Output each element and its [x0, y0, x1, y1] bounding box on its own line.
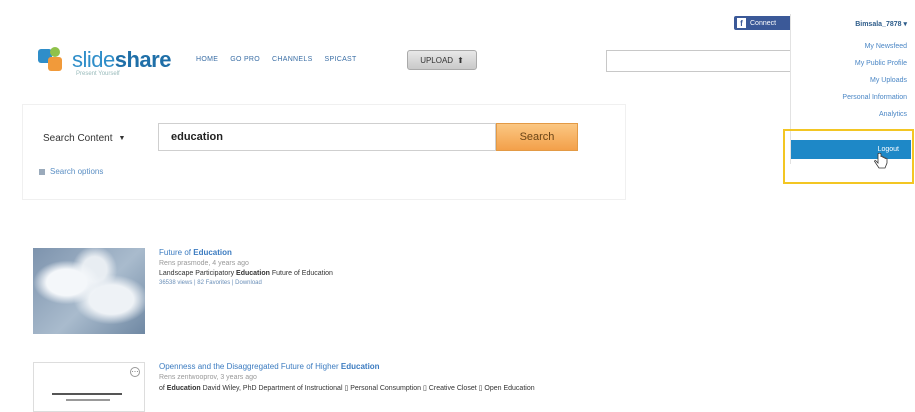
username: Bimsala_7878 [855, 21, 902, 28]
nav-home[interactable]: HOME [196, 56, 218, 63]
search-query-input[interactable]: education [158, 123, 496, 151]
search-scope-label: Search Content [43, 132, 113, 144]
slideshare-logo-icon [36, 45, 66, 75]
search-button[interactable]: Search [496, 123, 578, 151]
facebook-icon: f [737, 18, 746, 28]
upload-arrow-icon: ⬆ [457, 55, 464, 65]
result-title[interactable]: Openness and the Disaggregated Future of… [159, 362, 719, 371]
menu-item-analytics[interactable]: Analytics [842, 106, 907, 123]
result-meta: Rens zentwooprov, 3 years ago [159, 374, 257, 381]
upload-button[interactable]: UPLOAD ⬆ [407, 50, 477, 70]
username-toggle[interactable]: Bimsala_7878 ▾ [855, 20, 907, 28]
nav-spicast[interactable]: SPICAST [325, 56, 357, 63]
search-options-label: Search options [50, 167, 104, 176]
highlight-box [783, 129, 914, 184]
nav-go-pro[interactable]: GO PRO [230, 56, 260, 63]
main-nav: HOME GO PRO CHANNELS SPICAST [196, 56, 357, 63]
result-stats[interactable]: 36538 views | 82 Favorites | Download [159, 280, 719, 286]
result-thumbnail[interactable]: ⋯ [33, 362, 145, 412]
facebook-label: Connect [750, 19, 777, 27]
upload-label: UPLOAD [420, 55, 454, 65]
chevron-down-icon: ▾ [903, 21, 907, 28]
caret-down-icon: ▼ [118, 134, 126, 142]
expand-icon [39, 168, 45, 175]
result-thumbnail[interactable] [33, 248, 145, 334]
result-meta: Rens prasmode, 4 years ago [159, 260, 249, 267]
result-text: Future of Education Rens prasmode, 4 yea… [159, 248, 719, 286]
result-description: Landscape Participatory Education Future… [159, 270, 333, 277]
search-scope-select[interactable]: Search Content ▼ [37, 127, 151, 149]
logo-tagline: Present Yourself [76, 71, 120, 77]
facebook-connect-button[interactable]: f Connect [734, 16, 792, 30]
logo-text: slideshare [72, 47, 171, 72]
menu-item-uploads[interactable]: My Uploads [842, 72, 907, 89]
search-panel: Search Content ▼ education Search Search… [22, 104, 626, 200]
zoom-icon[interactable]: ⋯ [130, 367, 140, 377]
result-title[interactable]: Future of Education [159, 248, 719, 257]
dropdown-items: My Newsfeed My Public Profile My Uploads… [842, 38, 907, 123]
menu-item-personal-information[interactable]: Personal Information [842, 89, 907, 106]
menu-item-newsfeed[interactable]: My Newsfeed [842, 38, 907, 55]
header-search-input[interactable] [606, 50, 796, 72]
site-header: slideshare Present Yourself HOME GO PRO … [0, 0, 915, 100]
result-description: of Education David Wiley, PhD Department… [159, 385, 535, 392]
search-options-link[interactable]: Search options [39, 167, 103, 176]
menu-item-public-profile[interactable]: My Public Profile [842, 55, 907, 72]
hand-cursor-icon [874, 153, 888, 169]
nav-channels[interactable]: CHANNELS [272, 56, 313, 63]
result-text: Openness and the Disaggregated Future of… [159, 362, 719, 395]
